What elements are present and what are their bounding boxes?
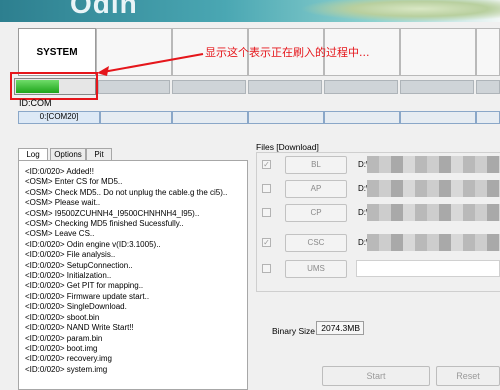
log-line: <ID:0/020> SingleDownload. xyxy=(25,302,127,312)
log-line: <ID:0/020> system.img xyxy=(25,364,108,374)
ums-checkbox[interactable] xyxy=(262,264,271,273)
reset-button[interactable]: Reset xyxy=(436,366,500,386)
annotation-text: 显示这个表示正在刷入的过程中... xyxy=(205,46,370,59)
log-line: <OSM> Checking MD5 finished Sucessfully.… xyxy=(25,219,184,229)
id-com-label: ID:COM xyxy=(19,98,52,108)
banner-map-graphic xyxy=(300,0,500,22)
binary-size-value: 2074.3MB xyxy=(316,321,364,335)
ap-path-field[interactable] xyxy=(367,180,500,197)
ap-checkbox[interactable] xyxy=(262,184,271,193)
log-line: <ID:0/020> Initialzation.. xyxy=(25,271,112,281)
port-progress-6 xyxy=(400,80,474,94)
port-slot-6 xyxy=(400,28,476,76)
log-line: <ID:0/020> NAND Write Start!! xyxy=(25,323,134,333)
bl-checkbox[interactable]: ✓ xyxy=(262,160,271,169)
system-label: SYSTEM xyxy=(36,47,78,58)
csc-checkbox[interactable]: ✓ xyxy=(262,238,271,247)
ums-path-field[interactable] xyxy=(356,260,500,277)
port-slot-1: SYSTEM xyxy=(18,28,96,76)
log-line: <OSM> Leave CS.. xyxy=(25,229,95,239)
log-line: <ID:0/020> Odin engine v(ID:3.1005).. xyxy=(25,239,161,249)
log-line: <ID:0/020> boot.img xyxy=(25,343,98,353)
com-port-box-4 xyxy=(248,111,324,124)
start-button[interactable]: Start xyxy=(322,366,430,386)
log-line: <ID:0/020> File analysis.. xyxy=(25,250,116,260)
port-progress-7 xyxy=(476,80,500,94)
log-line: <OSM> I9500ZCUHNH4_I9500CHNHNH4_I95).. xyxy=(25,208,200,218)
port-progress-5 xyxy=(324,80,398,94)
log-line: <ID:0/020> SetupConnection.. xyxy=(25,260,133,270)
com-port-box-3 xyxy=(172,111,248,124)
port-progress-4 xyxy=(248,80,322,94)
log-line: <OSM> Enter CS for MD5.. xyxy=(25,177,123,187)
cp-checkbox[interactable] xyxy=(262,208,271,217)
com-port-box-7 xyxy=(476,111,500,124)
log-panel[interactable]: <ID:0/020> Added!! <OSM> Enter CS for MD… xyxy=(18,160,248,390)
cp-path-field[interactable] xyxy=(367,204,500,221)
com-port-box-5 xyxy=(324,111,400,124)
banner-logo: Odin xyxy=(70,0,138,19)
files-download-title: Files [Download] xyxy=(256,142,319,152)
log-line: <ID:0/020> Firmware update start.. xyxy=(25,291,150,301)
port-progress-2 xyxy=(98,80,170,94)
annotation-arrow-icon xyxy=(97,53,204,76)
log-line: <ID:0/020> recovery.img xyxy=(25,354,113,364)
log-line: <ID:0/020> param.bin xyxy=(25,333,103,343)
log-line: <ID:0/020> Get PIT for mapping.. xyxy=(25,281,144,291)
com-port-box-2 xyxy=(100,111,172,124)
ap-button[interactable]: AP xyxy=(285,180,347,198)
log-line: <OSM> Check MD5.. Do not unplug the cabl… xyxy=(25,187,228,197)
port-progress-3 xyxy=(172,80,246,94)
cp-button[interactable]: CP xyxy=(285,204,347,222)
bl-path-field[interactable] xyxy=(367,156,500,173)
binary-size-label: Binary Size xyxy=(272,326,315,336)
csc-button[interactable]: CSC xyxy=(285,234,347,252)
log-text: <ID:0/020> Added!! <OSM> Enter CS for MD… xyxy=(25,167,227,375)
log-line: <ID:0/020> Added!! xyxy=(25,167,94,176)
port-slot-7 xyxy=(476,28,500,76)
app-banner: Odin xyxy=(0,0,500,22)
log-line: <ID:0/020> sboot.bin xyxy=(25,312,100,322)
ums-button[interactable]: UMS xyxy=(285,260,347,278)
log-line: <OSM> Please wait.. xyxy=(25,198,101,208)
csc-path-field[interactable] xyxy=(367,234,500,251)
com-port-value: 0:[COM20] xyxy=(39,112,79,121)
bl-button[interactable]: BL xyxy=(285,156,347,174)
annotation-highlight-box xyxy=(10,72,98,100)
com-port-box-6 xyxy=(400,111,476,124)
